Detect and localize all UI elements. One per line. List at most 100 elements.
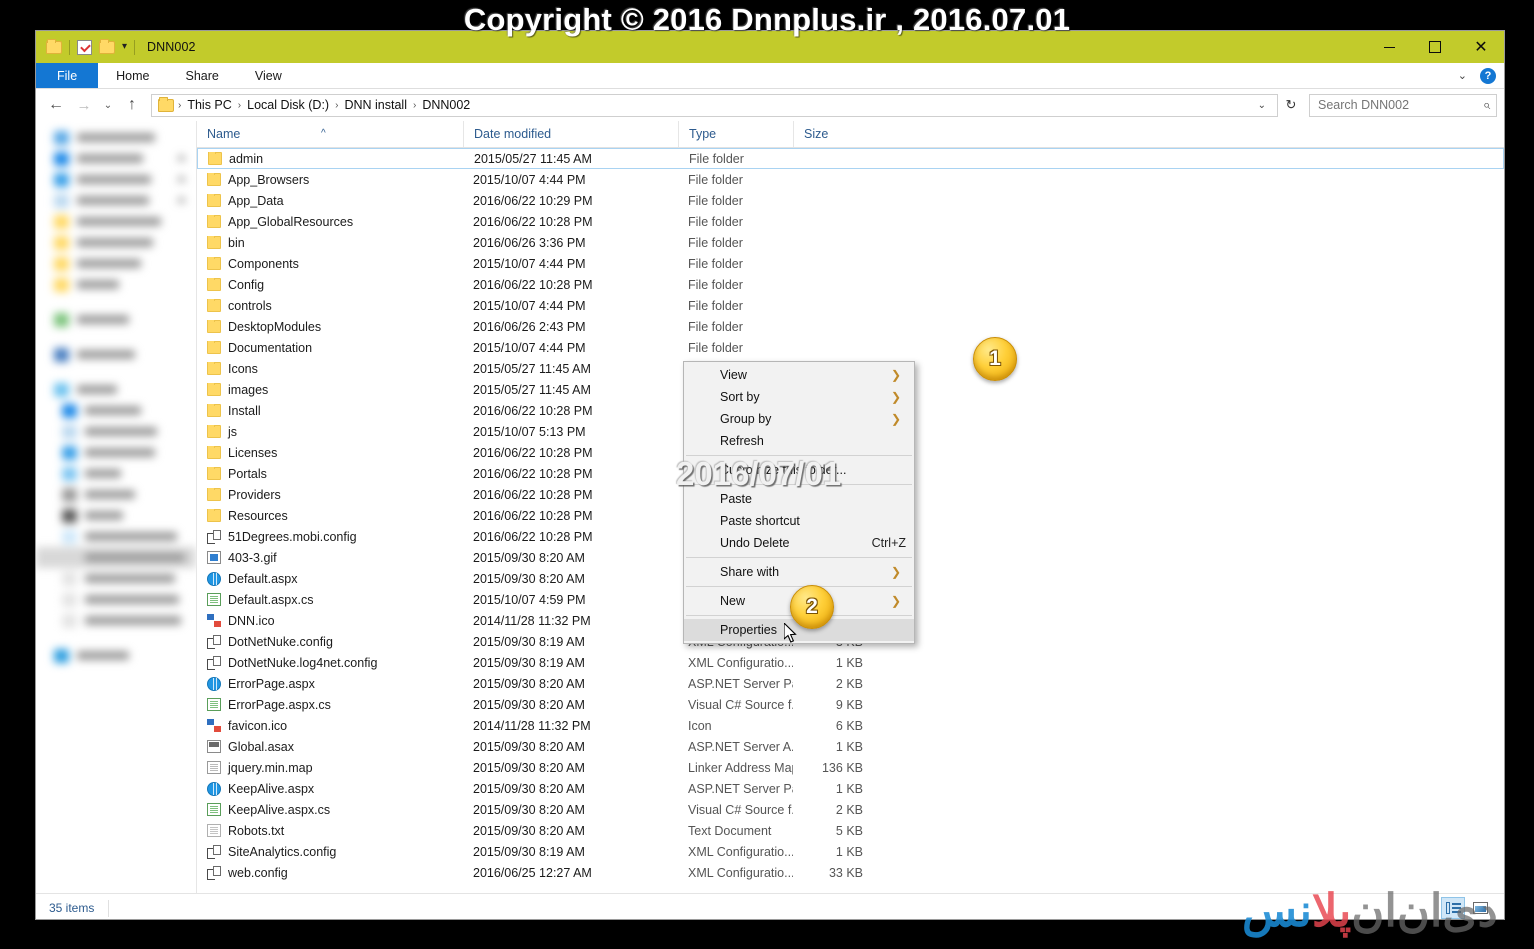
dnn-icon <box>207 614 221 627</box>
table-row[interactable]: Config2016/06/22 10:28 PMFile folder <box>197 274 1504 295</box>
nav-item[interactable] <box>36 344 196 365</box>
new-folder-icon[interactable] <box>99 41 115 54</box>
quick-access-toolbar[interactable]: ▾ <box>36 40 135 55</box>
nav-item[interactable] <box>36 169 196 190</box>
tab-share[interactable]: Share <box>168 63 237 88</box>
search-icon[interactable]: ⌕ <box>1483 97 1490 113</box>
chevron-down-icon[interactable]: ⌄ <box>1251 100 1273 111</box>
cell-size: 136 KB <box>793 761 875 775</box>
cell-date-modified: 2016/06/22 10:28 PM <box>463 488 678 502</box>
menu-item-group-by[interactable]: Group by❯ <box>684 408 914 430</box>
table-row[interactable]: DesktopModules2016/06/26 2:43 PMFile fol… <box>197 316 1504 337</box>
table-row[interactable]: ErrorPage.aspx.cs2015/09/30 8:20 AMVisua… <box>197 694 1504 715</box>
nav-item[interactable] <box>36 463 196 484</box>
nav-item[interactable] <box>36 589 196 610</box>
breadcrumb-item-this-pc[interactable]: This PC <box>182 98 236 112</box>
menu-item-view[interactable]: View❯ <box>684 364 914 386</box>
nav-item[interactable] <box>36 211 196 232</box>
nav-item[interactable] <box>36 547 196 568</box>
nav-item[interactable] <box>36 645 196 666</box>
folder-icon <box>46 41 62 54</box>
table-row[interactable]: Documentation2015/10/07 4:44 PMFile fold… <box>197 337 1504 358</box>
folder-icon <box>207 509 221 522</box>
nav-item[interactable] <box>36 610 196 631</box>
column-header-size[interactable]: Size <box>793 121 875 147</box>
up-button[interactable]: ↑ <box>119 92 145 118</box>
nav-group-gap <box>36 295 196 309</box>
table-row[interactable]: SiteAnalytics.config2015/09/30 8:19 AMXM… <box>197 841 1504 862</box>
tab-file[interactable]: File <box>36 63 98 88</box>
chevron-down-icon[interactable]: ▾ <box>122 42 127 52</box>
pin-icon[interactable] <box>177 154 186 163</box>
cell-date-modified: 2016/06/22 10:28 PM <box>463 530 678 544</box>
search-input[interactable] <box>1316 97 1483 113</box>
table-row[interactable]: admin2015/05/27 11:45 AMFile folder <box>197 148 1504 169</box>
refresh-icon[interactable]: ↻ <box>1280 97 1302 113</box>
menu-item-label: Sort by <box>720 390 760 404</box>
table-row[interactable]: Global.asax2015/09/30 8:20 AMASP.NET Ser… <box>197 736 1504 757</box>
nav-item[interactable] <box>36 421 196 442</box>
nav-item[interactable] <box>36 526 196 547</box>
nav-item[interactable] <box>36 190 196 211</box>
cell-date-modified: 2016/06/22 10:28 PM <box>463 467 678 481</box>
column-header-type[interactable]: Type <box>678 121 793 147</box>
cell-name: bin <box>197 236 463 250</box>
nav-item-icon <box>62 446 77 460</box>
nav-item[interactable] <box>36 253 196 274</box>
nav-item[interactable] <box>36 309 196 330</box>
properties-checkbox-icon[interactable] <box>77 40 92 55</box>
menu-item-share-with[interactable]: Share with❯ <box>684 561 914 583</box>
table-row[interactable]: DotNetNuke.log4net.config2015/09/30 8:19… <box>197 652 1504 673</box>
breadcrumb-item-dnn002[interactable]: DNN002 <box>417 98 475 112</box>
breadcrumb-item-local-disk[interactable]: Local Disk (D:) <box>242 98 334 112</box>
table-row[interactable]: KeepAlive.aspx2015/09/30 8:20 AMASP.NET … <box>197 778 1504 799</box>
column-header-date[interactable]: Date modified <box>463 121 678 147</box>
cell-name: Components <box>197 257 463 271</box>
search-box[interactable]: ⌕ <box>1309 94 1497 117</box>
nav-item[interactable] <box>36 379 196 400</box>
nav-item-label <box>85 532 177 541</box>
help-icon[interactable]: ? <box>1480 68 1496 84</box>
table-row[interactable]: App_GlobalResources2016/06/22 10:28 PMFi… <box>197 211 1504 232</box>
tab-view[interactable]: View <box>237 63 300 88</box>
menu-item-paste-shortcut[interactable]: Paste shortcut <box>684 510 914 532</box>
nav-item[interactable] <box>36 274 196 295</box>
nav-item[interactable] <box>36 127 196 148</box>
nav-item[interactable] <box>36 484 196 505</box>
nav-item[interactable] <box>36 568 196 589</box>
tab-home[interactable]: Home <box>98 63 167 88</box>
navigation-tree[interactable] <box>36 121 196 666</box>
nav-item[interactable] <box>36 505 196 526</box>
menu-item-undo-delete[interactable]: Undo DeleteCtrl+Z <box>684 532 914 554</box>
file-name-label: ErrorPage.aspx.cs <box>228 698 331 712</box>
breadcrumb[interactable]: › This PC › Local Disk (D:) › DNN instal… <box>151 94 1278 117</box>
nav-item[interactable] <box>36 232 196 253</box>
nav-item[interactable] <box>36 148 196 169</box>
table-row[interactable]: bin2016/06/26 3:36 PMFile folder <box>197 232 1504 253</box>
menu-item-sort-by[interactable]: Sort by❯ <box>684 386 914 408</box>
table-row[interactable]: jquery.min.map2015/09/30 8:20 AMLinker A… <box>197 757 1504 778</box>
forward-button[interactable]: → <box>71 92 97 118</box>
recent-locations-button[interactable]: ⌄ <box>99 92 117 118</box>
table-row[interactable]: App_Browsers2015/10/07 4:44 PMFile folde… <box>197 169 1504 190</box>
navigation-pane[interactable] <box>36 121 197 893</box>
table-row[interactable]: Robots.txt2015/09/30 8:20 AMText Documen… <box>197 820 1504 841</box>
window-title: DNN002 <box>147 40 196 54</box>
pin-icon[interactable] <box>177 175 186 184</box>
column-header-name[interactable]: Name ^ <box>197 121 463 147</box>
breadcrumb-item-dnn-install[interactable]: DNN install <box>339 98 412 112</box>
nav-item[interactable] <box>36 442 196 463</box>
chevron-down-icon[interactable]: ⌄ <box>1458 69 1467 82</box>
table-row[interactable]: favicon.ico2014/11/28 11:32 PMIcon6 KB <box>197 715 1504 736</box>
table-row[interactable]: App_Data2016/06/22 10:29 PMFile folder <box>197 190 1504 211</box>
nav-item-label <box>85 490 135 499</box>
pin-icon[interactable] <box>177 196 186 205</box>
table-row[interactable]: Components2015/10/07 4:44 PMFile folder <box>197 253 1504 274</box>
nav-item[interactable] <box>36 400 196 421</box>
table-row[interactable]: controls2015/10/07 4:44 PMFile folder <box>197 295 1504 316</box>
menu-item-refresh[interactable]: Refresh <box>684 430 914 452</box>
table-row[interactable]: KeepAlive.aspx.cs2015/09/30 8:20 AMVisua… <box>197 799 1504 820</box>
back-button[interactable]: ← <box>43 92 69 118</box>
table-row[interactable]: web.config2016/06/25 12:27 AMXML Configu… <box>197 862 1504 883</box>
table-row[interactable]: ErrorPage.aspx2015/09/30 8:20 AMASP.NET … <box>197 673 1504 694</box>
